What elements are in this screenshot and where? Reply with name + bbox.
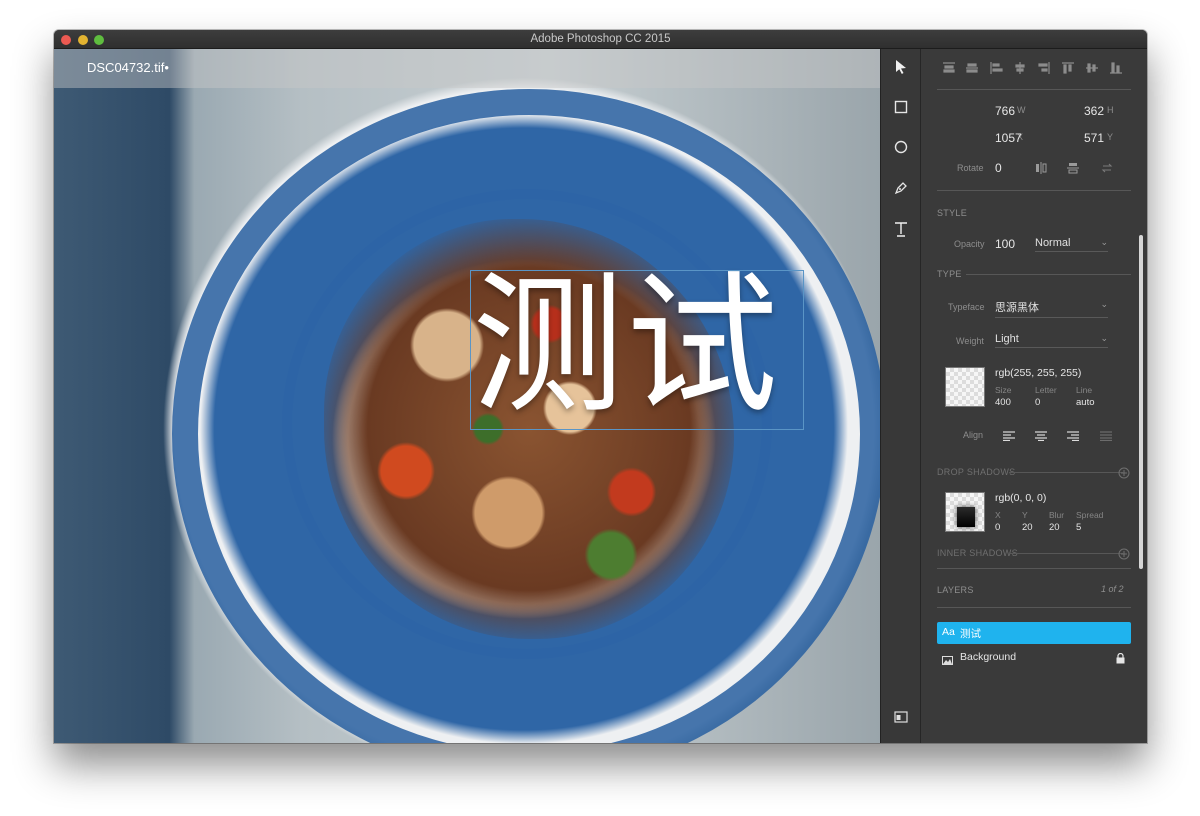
drop-shadow-x-input[interactable]: 0 [995,522,1000,533]
divider [937,190,1131,191]
title-bar: Adobe Photoshop CC 2015 [54,30,1147,49]
select-arrow-icon[interactable] [891,57,911,77]
inner-shadows-section-heading: INNER SHADOWS [937,548,1018,558]
type-section-heading: TYPE [937,269,962,279]
line-value-input[interactable]: auto [1076,397,1095,408]
align-top-edges-icon [1015,62,1025,74]
drop-shadow-spread-label: Spread [1076,510,1104,520]
distribute-top-icon [1086,63,1098,73]
divider [966,274,1131,275]
window-title: Adobe Photoshop CC 2015 [530,33,671,45]
chevron-down-icon: ⌄ [1100,333,1108,343]
document-canvas[interactable]: DSC04732.tif• 测试 [54,49,880,743]
align-right-text-icon[interactable] [1067,428,1079,446]
toolbar [880,49,920,743]
line-label: Line [1076,385,1093,395]
lock-icon[interactable] [1116,651,1125,669]
divider [937,607,1131,608]
document-tab-name: DSC04732.tif• [87,60,169,75]
drop-shadow-y-input[interactable]: 20 [1022,522,1033,533]
align-horizontal-centers-icon [966,63,978,73]
size-label: Size [995,385,1012,395]
y-value-input[interactable]: 571 [1084,131,1104,145]
typeface-value: 思源黑体 [995,302,1039,314]
w-label: W [1017,105,1026,115]
typeface-label: Typeface [948,302,985,312]
align-label: Align [963,430,984,440]
justify-text-icon[interactable] [1100,428,1112,446]
drop-shadow-blur-input[interactable]: 20 [1049,522,1060,533]
divider [1009,472,1123,473]
app-window: Adobe Photoshop CC 2015 DSC04732.tif• 测试 [54,30,1147,743]
y-label: Y [1107,132,1114,142]
divider [937,89,1131,90]
align-toolbar [941,61,1131,75]
drop-shadows-section-heading: DROP SHADOWS [937,467,1016,477]
layer-count: 1 of 2 [1101,584,1124,594]
style-section-heading: STYLE [937,208,968,218]
opacity-label: Opacity [954,239,985,249]
text-layer-bounding-box[interactable] [470,270,804,430]
divider [937,568,1131,569]
drop-shadow-color-swatch[interactable] [945,492,985,532]
layer-name: 测试 [960,628,981,640]
layers-section-heading: LAYERS [937,585,974,595]
rectangle-icon[interactable] [891,97,911,117]
weight-label: Weight [956,336,984,346]
artboard-icon[interactable] [891,707,911,727]
size-value-input[interactable]: 400 [995,397,1011,408]
layer-name: Background [960,651,1017,663]
image-layer-icon [942,652,953,670]
drop-shadow-spread-input[interactable]: 5 [1076,522,1081,533]
typeface-dropdown[interactable]: 思源黑体 ⌄ [995,299,1108,318]
h-label: H [1107,105,1114,115]
weight-dropdown[interactable]: Light ⌄ [995,333,1108,348]
type-icon[interactable] [891,219,911,239]
text-color-value[interactable]: rgb(255, 255, 255) [995,367,1081,379]
shadow-preview [957,507,975,527]
align-left-edges-icon [943,62,955,73]
blend-mode-value: Normal [1035,237,1071,249]
text-layer-kind-icon: Aa [942,626,955,638]
w-value-input[interactable]: 766 [995,104,1015,118]
swap-dimensions-icon[interactable] [1101,161,1113,179]
h-value-input[interactable]: 362 [1084,104,1104,118]
align-right-edges-icon [990,62,1003,74]
layer-item-background[interactable]: Background [937,647,1131,669]
rotate-label: Rotate [957,163,984,173]
x-value-input[interactable]: 1057 [995,131,1022,145]
add-inner-shadow-icon[interactable] [1118,547,1130,565]
blend-mode-dropdown[interactable]: Normal ⌄ [1035,237,1108,252]
add-drop-shadow-icon[interactable] [1118,466,1130,484]
divider [1009,553,1123,554]
chevron-down-icon: ⌄ [1100,299,1108,309]
rotate-value-input[interactable]: 0 [995,161,1002,175]
pen-icon[interactable] [891,178,911,198]
drop-shadow-x-label: X [995,510,1001,520]
ellipse-icon[interactable] [891,137,911,157]
align-vertical-centers-icon [1038,62,1050,74]
flip-vertical-icon[interactable] [1067,161,1079,179]
panel-scrollbar[interactable] [1139,235,1143,569]
drop-shadow-y-label: Y [1022,510,1028,520]
letter-value-input[interactable]: 0 [1035,397,1040,408]
layer-item-text-selected[interactable]: Aa 测试 [937,622,1131,644]
align-center-text-icon[interactable] [1035,428,1047,446]
drop-shadow-blur-label: Blur [1049,510,1065,520]
align-left-text-icon[interactable] [1003,428,1015,446]
text-color-swatch[interactable] [945,367,985,407]
letter-label: Letter [1035,385,1057,395]
properties-panel: W 766 H 362 X 1057 Y 571 Rotate 0 STYLE … [920,49,1147,743]
align-bottom-edges-icon [1062,62,1074,74]
distribute-bottom-icon [1110,62,1122,74]
flip-horizontal-icon[interactable] [1035,161,1047,179]
document-tab[interactable]: DSC04732.tif• [54,49,880,88]
opacity-value-input[interactable]: 100 [995,237,1015,251]
weight-value: Light [995,333,1019,345]
chevron-down-icon: ⌄ [1100,237,1108,247]
drop-shadow-color-value[interactable]: rgb(0, 0, 0) [995,492,1046,504]
